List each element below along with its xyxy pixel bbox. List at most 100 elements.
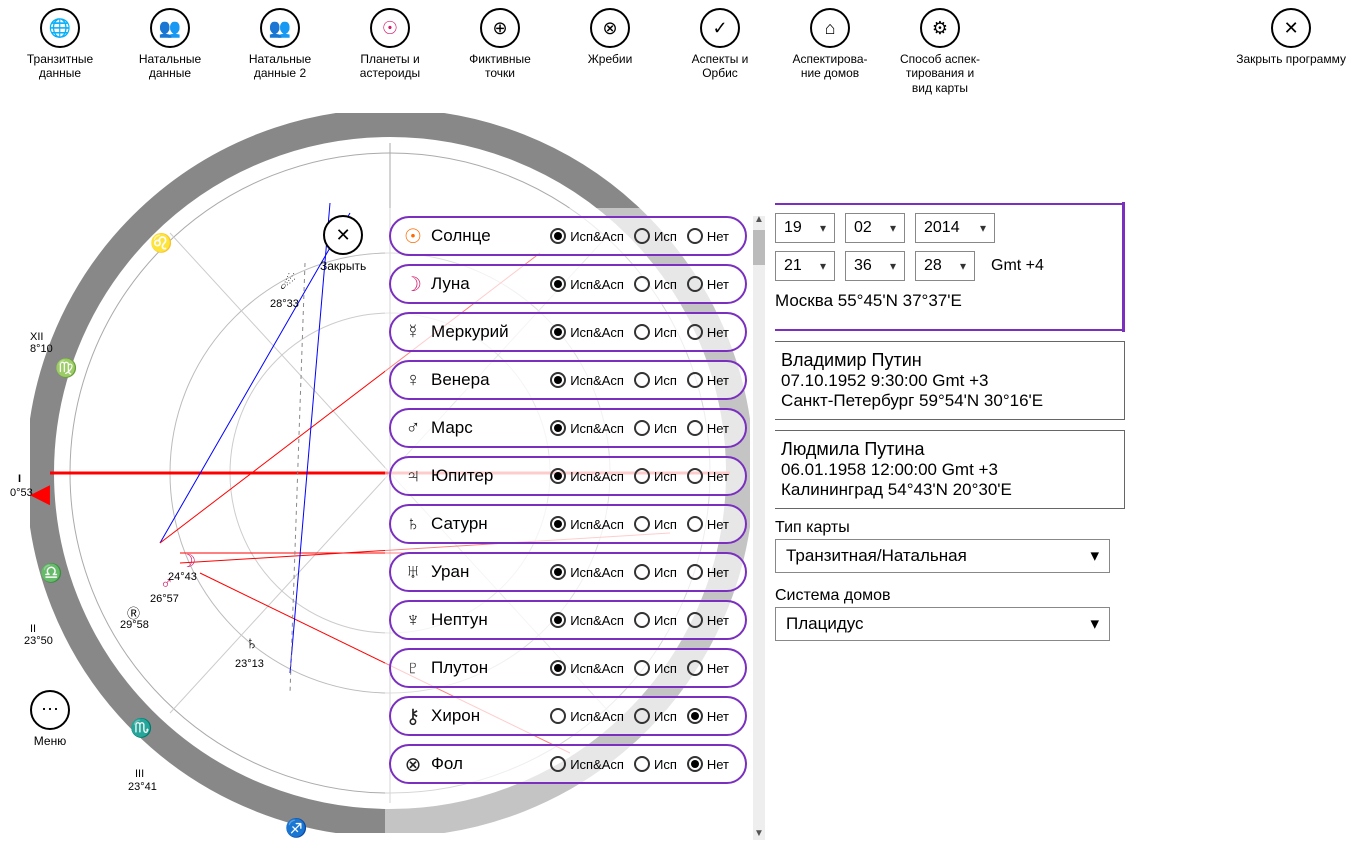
menu-button[interactable]: ⋯ Меню xyxy=(30,690,70,748)
planet-name: Меркурий xyxy=(431,322,521,342)
radio-use[interactable] xyxy=(634,468,650,484)
planet-glyph-icon: ♃ xyxy=(401,465,425,488)
chevron-down-icon: ▾ xyxy=(1090,546,1099,566)
hour-select[interactable]: 21▾ xyxy=(775,251,835,281)
planet-glyph-icon: ♀ xyxy=(401,369,425,392)
toolbar-transit-data[interactable]: 🌐 Транзитные данные xyxy=(20,8,100,95)
radio-use[interactable] xyxy=(634,372,650,388)
radio-none[interactable] xyxy=(687,612,703,628)
radio-none[interactable] xyxy=(687,708,703,724)
fictitious-icon: ⊕ xyxy=(480,8,520,48)
radio-use[interactable] xyxy=(634,516,650,532)
scrollbar-thumb[interactable] xyxy=(753,230,765,265)
day-select[interactable]: 19▾ xyxy=(775,213,835,243)
transit-location: Москва 55°45'N 37°37'E xyxy=(775,285,1125,321)
radio-none[interactable] xyxy=(687,516,703,532)
natal-person-2[interactable]: Людмила Путина 06.01.1958 12:00:00 Gmt +… xyxy=(775,430,1125,509)
radio-both[interactable] xyxy=(550,276,566,292)
planet-name: Фол xyxy=(431,754,521,774)
chevron-down-icon: ▾ xyxy=(820,259,826,273)
radio-both[interactable] xyxy=(550,420,566,436)
radio-use[interactable] xyxy=(634,276,650,292)
radio-both[interactable] xyxy=(550,756,566,772)
radio-none[interactable] xyxy=(687,324,703,340)
planet-row-нептун: ♆ Нептун Исп&АспИспНет xyxy=(389,600,747,640)
radio-none[interactable] xyxy=(687,228,703,244)
chart-type-select[interactable]: Транзитная/Натальная▾ xyxy=(775,539,1110,573)
radio-both[interactable] xyxy=(550,468,566,484)
planet-row-уран: ♅ Уран Исп&АспИспНет xyxy=(389,552,747,592)
planet-glyph-icon: ⚷ xyxy=(401,704,425,729)
radio-both[interactable] xyxy=(550,372,566,388)
radio-none[interactable] xyxy=(687,468,703,484)
toolbar-aspect-mode[interactable]: ⚙ Способ аспек­тирования и вид карты xyxy=(900,8,980,95)
toolbar-natal-data-2[interactable]: 👥 Натальные данные 2 xyxy=(240,8,320,95)
radio-none[interactable] xyxy=(687,660,703,676)
second-select[interactable]: 28▾ xyxy=(915,251,975,281)
radio-both[interactable] xyxy=(550,708,566,724)
planet-row-фол: ⊗ Фол Исп&АспИспНет xyxy=(389,744,747,784)
radio-none[interactable] xyxy=(687,420,703,436)
radio-both[interactable] xyxy=(550,612,566,628)
scroll-up-icon[interactable]: ▲ xyxy=(753,214,765,228)
planet-row-луна: ☽ Луна Исп&АспИспНет xyxy=(389,264,747,304)
radio-use[interactable] xyxy=(634,228,650,244)
radio-none[interactable] xyxy=(687,564,703,580)
chevron-down-icon: ▾ xyxy=(1090,614,1099,634)
chevron-down-icon: ▾ xyxy=(890,259,896,273)
planet-name: Юпитер xyxy=(431,466,521,486)
toolbar-natal-data[interactable]: 👥 Натальные данные xyxy=(130,8,210,95)
planet-selection-panel: ☉ Солнце Исп&АспИспНет ☽ Луна Исп&АспИспН… xyxy=(385,208,765,848)
globe-icon: 🌐 xyxy=(40,8,80,48)
radio-use[interactable] xyxy=(634,564,650,580)
year-select[interactable]: 2014▾ xyxy=(915,213,995,243)
natal-person-1[interactable]: Владимир Путин 07.10.1952 9:30:00 Gmt +3… xyxy=(775,341,1125,420)
close-panel-button[interactable]: ✕ Закрыть xyxy=(320,215,366,273)
close-program-button[interactable]: ✕ Закрыть программу xyxy=(1236,8,1346,66)
house-system-select[interactable]: Плацидус▾ xyxy=(775,607,1110,641)
planet-row-сатурн: ♄ Сатурн Исп&АспИспНет xyxy=(389,504,747,544)
radio-use[interactable] xyxy=(634,612,650,628)
planet-glyph-icon: ♄ xyxy=(401,513,425,536)
planet-name: Уран xyxy=(431,562,521,582)
people-icon: 👥 xyxy=(260,8,300,48)
settings-panel: 19▾ 02▾ 2014▾ 21▾ 36▾ 28▾ Gmt +4 Москва … xyxy=(775,203,1125,641)
scroll-down-icon[interactable]: ▼ xyxy=(753,828,765,842)
toolbar-aspects-orbs[interactable]: ✓ Аспекты и Орбис xyxy=(680,8,760,95)
radio-use[interactable] xyxy=(634,324,650,340)
radio-none[interactable] xyxy=(687,276,703,292)
toolbar-planets-asteroids[interactable]: ☉ Планеты и астероиды xyxy=(350,8,430,95)
radio-use[interactable] xyxy=(634,660,650,676)
planet-name: Марс xyxy=(431,418,521,438)
radio-both[interactable] xyxy=(550,324,566,340)
radio-none[interactable] xyxy=(687,372,703,388)
planet-glyph-icon: ☉ xyxy=(401,224,425,249)
radio-both[interactable] xyxy=(550,564,566,580)
planet-glyph-icon: ☿ xyxy=(401,321,425,344)
radio-use[interactable] xyxy=(634,708,650,724)
chevron-down-icon: ▾ xyxy=(980,221,986,235)
scrollbar[interactable]: ▲ ▼ xyxy=(753,216,765,840)
toolbar-house-aspecting[interactable]: ⌂ Аспектирова­ние домов xyxy=(790,8,870,95)
radio-none[interactable] xyxy=(687,756,703,772)
toolbar-lots[interactable]: ⊗ Жребии xyxy=(570,8,650,95)
planet-glyph-icon: ⊗ xyxy=(401,752,425,777)
close-icon: ✕ xyxy=(1271,8,1311,48)
planet-row-юпитер: ♃ Юпитер Исп&АспИспНет xyxy=(389,456,747,496)
chevron-down-icon: ▾ xyxy=(820,221,826,235)
radio-both[interactable] xyxy=(550,228,566,244)
radio-both[interactable] xyxy=(550,516,566,532)
radio-use[interactable] xyxy=(634,420,650,436)
planet-row-плутон: ♇ Плутон Исп&АспИспНет xyxy=(389,648,747,688)
planet-row-хирон: ⚷ Хирон Исп&АспИспНет xyxy=(389,696,747,736)
toolbar-fictitious-points[interactable]: ⊕ Фиктивные точки xyxy=(460,8,540,95)
planet-row-солнце: ☉ Солнце Исп&АспИспНет xyxy=(389,216,747,256)
radio-use[interactable] xyxy=(634,756,650,772)
minute-select[interactable]: 36▾ xyxy=(845,251,905,281)
radio-both[interactable] xyxy=(550,660,566,676)
more-icon: ⋯ xyxy=(30,690,70,730)
top-toolbar: 🌐 Транзитные данные 👥 Натальные данные 👥… xyxy=(0,0,1366,103)
planet-row-меркурий: ☿ Меркурий Исп&АспИспНет xyxy=(389,312,747,352)
planet-name: Плутон xyxy=(431,658,521,678)
month-select[interactable]: 02▾ xyxy=(845,213,905,243)
